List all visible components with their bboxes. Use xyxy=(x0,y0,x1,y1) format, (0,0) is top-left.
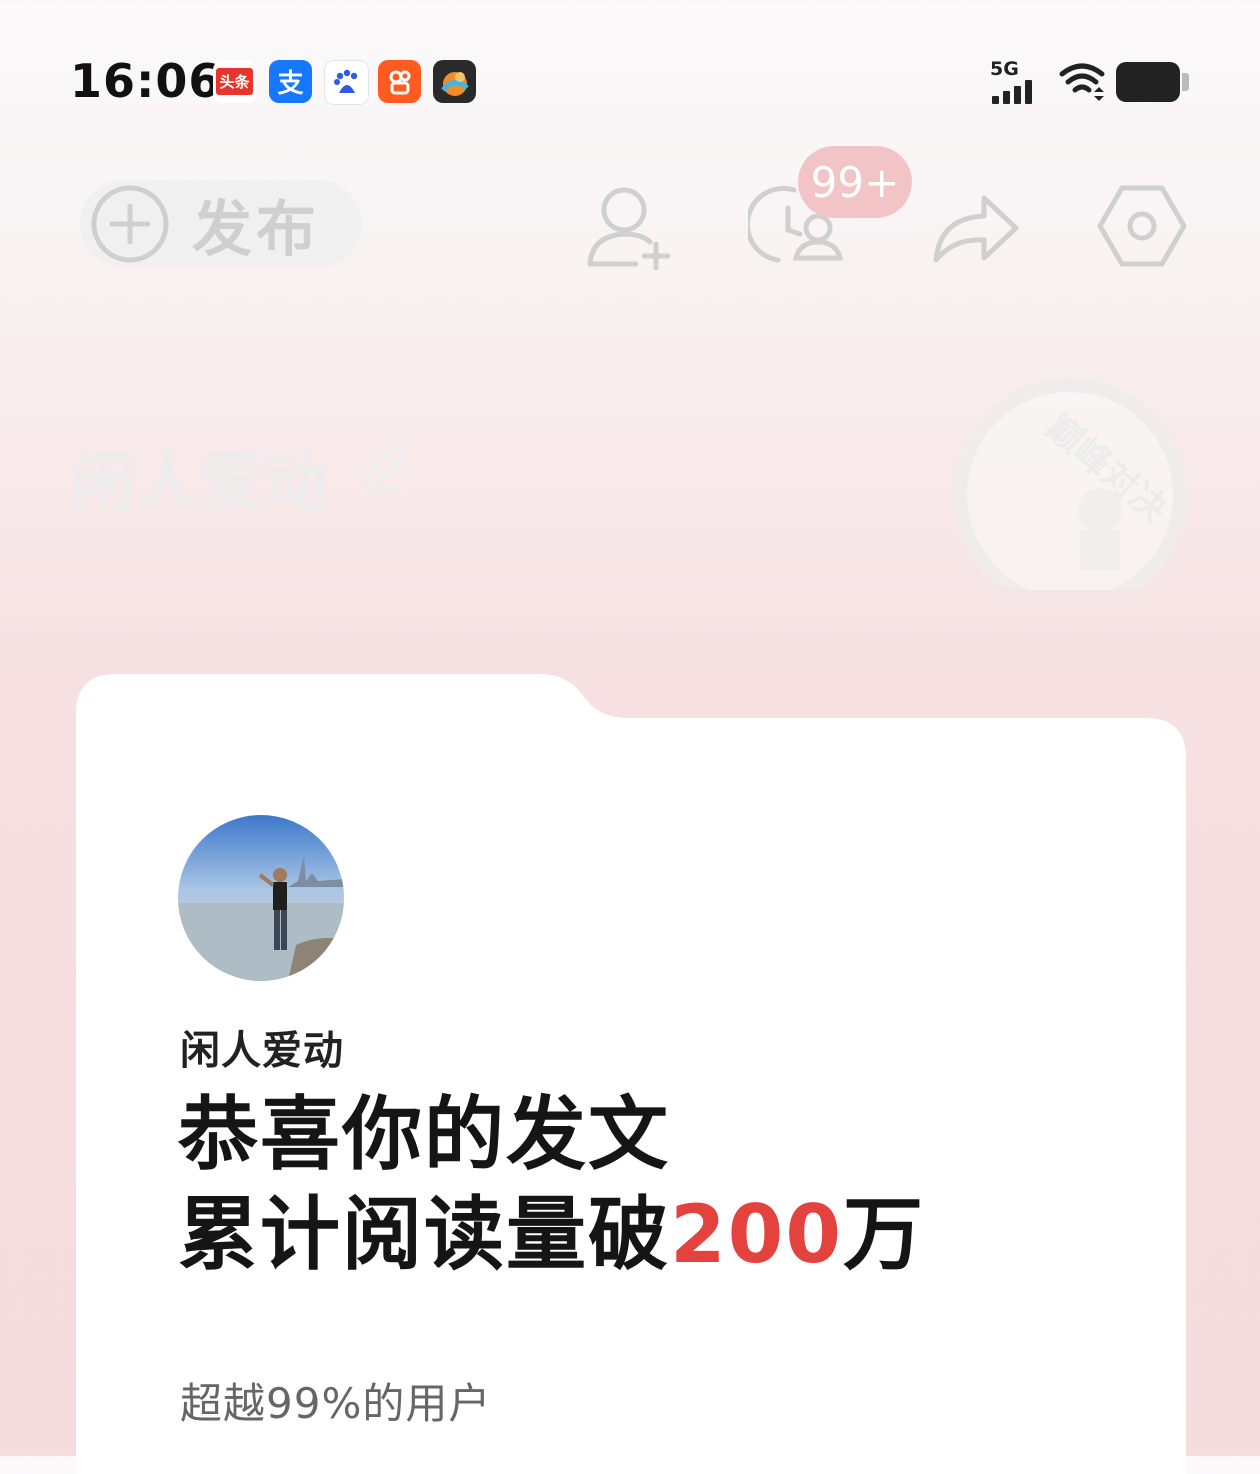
card-username: 闲人爱动 xyxy=(180,1028,344,1074)
headline-suffix: 万 xyxy=(843,1188,925,1281)
headline-prefix: 累计阅读量破 xyxy=(178,1188,670,1281)
battery-icon xyxy=(1116,62,1180,102)
status-time: 16:06 xyxy=(70,54,222,108)
headline-line-1: 恭喜你的发文 xyxy=(178,1088,670,1181)
percentile-text: 超越99%的用户 xyxy=(180,1379,492,1428)
status-bar: 16:06 头条 支 5G xyxy=(0,0,1260,165)
headline-number: 200 xyxy=(670,1188,843,1281)
profile-name: 闲人爱动 xyxy=(72,446,329,519)
avatar xyxy=(178,815,344,981)
kuaishou-app-icon xyxy=(378,60,421,103)
battery-tip xyxy=(1182,73,1189,91)
baidu-app-icon xyxy=(324,60,369,105)
share-icon[interactable] xyxy=(926,178,1022,274)
publish-label: 发布 xyxy=(192,194,320,265)
headline: 恭喜你的发文 累计阅读量破200万 xyxy=(178,1085,925,1285)
notification-badge: 99+ xyxy=(798,146,912,218)
settings-icon[interactable] xyxy=(1094,178,1190,274)
game-app-icon xyxy=(433,60,476,103)
wifi-icon xyxy=(1059,63,1105,101)
toutiao-app-icon: 头条 xyxy=(213,60,256,103)
edit-pencil-icon[interactable] xyxy=(355,440,411,496)
alipay-app-icon: 支 xyxy=(269,60,312,103)
headline-line-2: 累计阅读量破200万 xyxy=(178,1185,925,1285)
publish-button[interactable]: 发布 xyxy=(80,180,362,268)
plus-circle-icon xyxy=(91,185,169,263)
add-friend-icon[interactable] xyxy=(584,178,680,274)
profile-avatar-badge[interactable]: 巅峰对决 xyxy=(920,360,1220,612)
